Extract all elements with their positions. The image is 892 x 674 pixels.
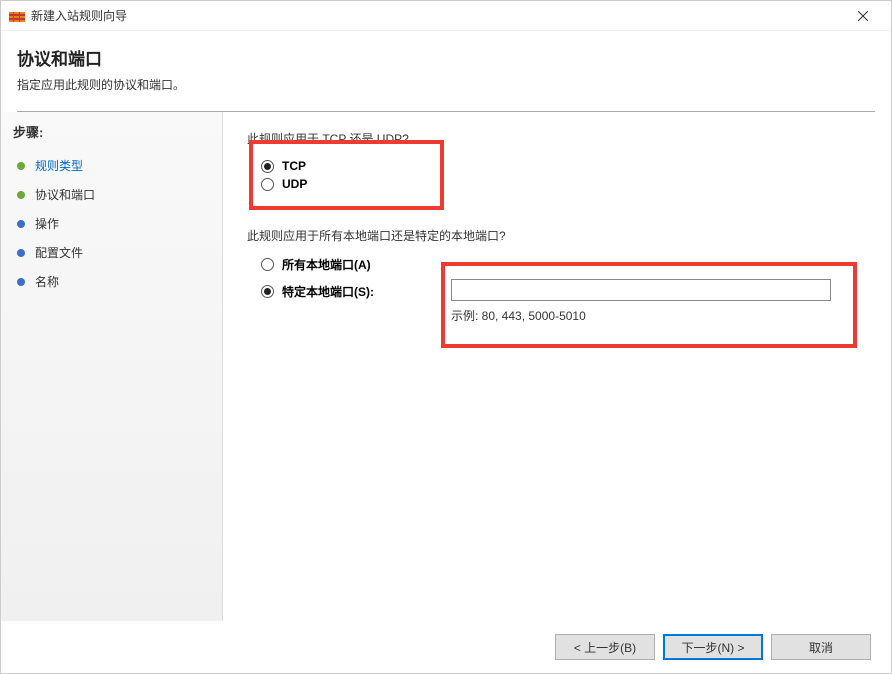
radio-label: TCP (282, 159, 306, 173)
step-label: 规则类型 (35, 157, 83, 174)
wizard-window: 新建入站规则向导 协议和端口 指定应用此规则的协议和端口。 步骤: 规则类型 协… (0, 0, 892, 674)
content-pane: 此规则应用于 TCP 还是 UDP? TCP UDP 此规则应用于所有本地端口还… (223, 112, 891, 621)
step-protocol-ports[interactable]: 协议和端口 (13, 180, 210, 209)
bullet-icon (17, 278, 25, 286)
bullet-icon (17, 191, 25, 199)
port-scope-group: 所有本地端口(A) (261, 256, 871, 273)
header: 协议和端口 指定应用此规则的协议和端口。 (1, 31, 891, 103)
body: 步骤: 规则类型 协议和端口 操作 配置文件 名称 (1, 112, 891, 621)
window-title: 新建入站规则向导 (31, 7, 843, 24)
specific-port-row: 特定本地端口(S): 示例: 80, 443, 5000-5010 (261, 279, 871, 324)
step-label: 操作 (35, 215, 59, 232)
protocol-question: 此规则应用于 TCP 还是 UDP? (247, 130, 871, 147)
step-name[interactable]: 名称 (13, 267, 210, 296)
page-subtitle: 指定应用此规则的协议和端口。 (17, 76, 875, 93)
port-question: 此规则应用于所有本地端口还是特定的本地端口? (247, 227, 871, 244)
bullet-icon (17, 162, 25, 170)
bullet-icon (17, 220, 25, 228)
bullet-icon (17, 249, 25, 257)
step-label: 配置文件 (35, 244, 83, 261)
radio-label: UDP (282, 177, 307, 191)
cancel-button[interactable]: 取消 (771, 634, 871, 660)
port-input[interactable] (451, 279, 831, 301)
radio-tcp[interactable]: TCP (261, 159, 871, 173)
port-example-label: 示例: 80, 443, 5000-5010 (451, 307, 871, 324)
radio-icon (261, 178, 274, 191)
protocol-radio-group: TCP UDP (261, 159, 871, 191)
radio-all-ports[interactable]: 所有本地端口(A) (261, 256, 871, 273)
back-button[interactable]: < 上一步(B) (555, 634, 655, 660)
radio-icon (261, 285, 274, 298)
titlebar: 新建入站规则向导 (1, 1, 891, 31)
footer: < 上一步(B) 下一步(N) > 取消 (1, 621, 891, 673)
step-action[interactable]: 操作 (13, 209, 210, 238)
radio-specific-ports[interactable]: 特定本地端口(S): (261, 283, 451, 300)
radio-label: 所有本地端口(A) (282, 256, 371, 273)
page-title: 协议和端口 (17, 45, 875, 70)
radio-label: 特定本地端口(S): (282, 283, 374, 300)
sidebar: 步骤: 规则类型 协议和端口 操作 配置文件 名称 (1, 112, 223, 621)
radio-icon (261, 160, 274, 173)
steps-title: 步骤: (13, 122, 210, 141)
step-label: 协议和端口 (35, 186, 95, 203)
protocol-section: 此规则应用于 TCP 还是 UDP? TCP UDP (247, 130, 871, 191)
next-button[interactable]: 下一步(N) > (663, 634, 763, 660)
firewall-icon (9, 8, 25, 24)
close-button[interactable] (843, 1, 883, 31)
step-profile[interactable]: 配置文件 (13, 238, 210, 267)
step-label: 名称 (35, 273, 59, 290)
radio-icon (261, 258, 274, 271)
radio-udp[interactable]: UDP (261, 177, 871, 191)
step-rule-type[interactable]: 规则类型 (13, 151, 210, 180)
